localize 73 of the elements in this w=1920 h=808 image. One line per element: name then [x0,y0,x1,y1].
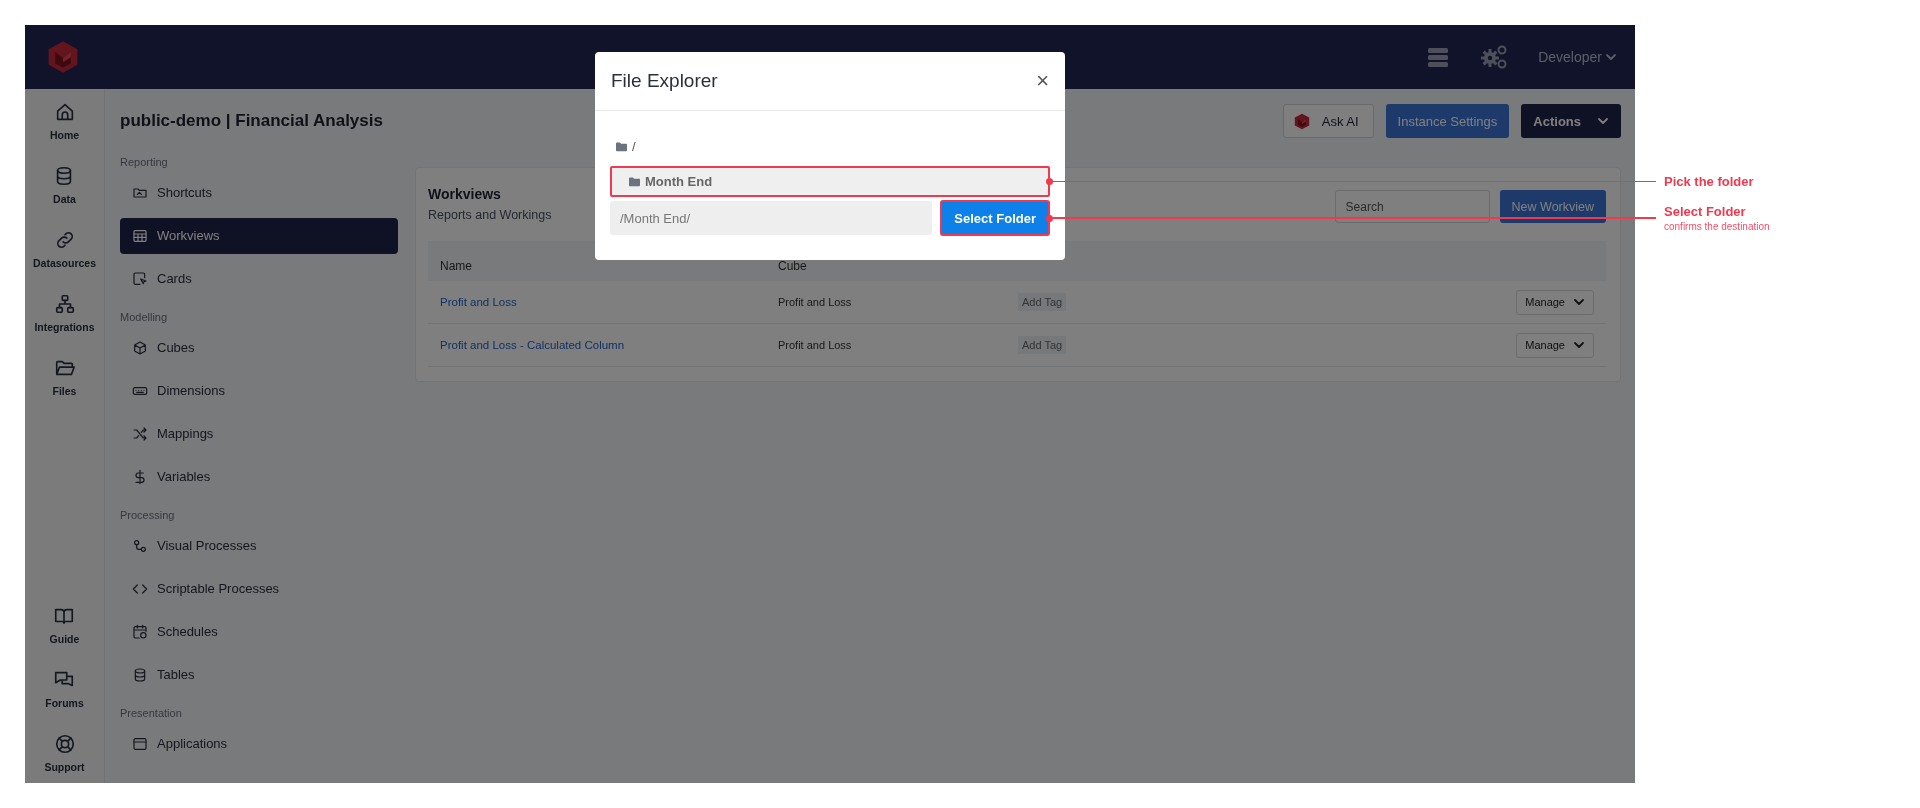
section-heading: Processing [120,508,176,523]
nav-item[interactable]: Support [44,733,85,773]
callout-title: Select Folder [1664,204,1747,219]
chevron-down-icon [1573,339,1585,351]
nav-item[interactable]: Home [49,101,80,141]
chevron-down-icon [1597,115,1609,127]
table-cell-text: Profit and Loss [777,296,853,308]
sidebar-item[interactable]: Shortcuts [120,174,366,211]
column-header: Cube [777,259,808,273]
path-field[interactable]: /Month End/ [610,201,933,235]
add-tag-button[interactable]: Add Tag [1018,293,1067,311]
close-button[interactable]: × [1036,70,1049,92]
folder-row[interactable]: Month End [610,166,1050,197]
sidebar-item[interactable]: Scriptable Processes [120,570,366,607]
callout-title: Pick the folder [1664,174,1754,189]
workview-link[interactable]: Profit and Loss [440,296,517,308]
card-subtitle: Reports and Workings [428,207,552,222]
chevron-down-icon [1605,51,1617,63]
manage-button[interactable]: Manage [1516,332,1594,358]
folder-icon [628,176,641,187]
table-icon [132,227,148,244]
ask-ai-button[interactable]: Ask AI [1282,104,1374,138]
sidebar-item[interactable]: Variables [120,458,366,495]
folder-icon [615,140,628,152]
dialog-title: File Explorer [611,70,718,92]
table-cell-text: Profit and Loss [777,339,853,351]
callout-note: confirms the destination [1664,221,1770,232]
nav-item[interactable]: Datasources [33,229,96,269]
nav-item[interactable]: Guide [49,605,80,645]
cube-icon [132,339,148,356]
gears-icon [1480,44,1509,70]
calendar-icon [132,623,148,640]
manage-button[interactable]: Manage [1516,289,1594,315]
card-title: Workviews [428,185,501,202]
window-icon [132,735,148,752]
section-heading: Reporting [120,155,169,170]
workview-link[interactable]: Profit and Loss - Calculated Column [440,339,625,351]
search-field[interactable]: Search [1334,190,1490,223]
database-icon [132,666,148,683]
sidebar-item[interactable]: Schedules [120,613,366,650]
logo-icon [1293,112,1310,130]
sidebar-item[interactable]: Workviews [120,217,398,254]
select-folder-button[interactable]: Select Folder [940,200,1050,236]
actions-button[interactable]: Actions [1521,104,1621,138]
folder-path-link[interactable]: / [610,137,1050,155]
section-heading: Modelling [120,310,169,325]
hierarchy-icon [53,293,76,315]
flow-icon [132,537,148,554]
sidebar-item[interactable]: Applications [120,725,366,762]
sidebar-item[interactable]: Dimensions [120,372,366,409]
nav-item[interactable]: Files [52,357,77,397]
instance-settings-button[interactable]: Instance Settings [1385,104,1510,138]
lifebuoy-icon [53,733,76,755]
logo-icon [47,40,79,74]
server-icon [1426,45,1451,69]
nav-item[interactable]: Data [53,165,76,205]
column-header: Name [439,259,473,273]
user-menu[interactable]: Developer [1538,49,1617,65]
dollar-icon [132,468,148,485]
sidebar-item[interactable]: Cards [120,260,366,297]
sidebar-item[interactable]: Visual Processes [120,527,366,564]
add-tag-button[interactable]: Add Tag [1018,336,1067,354]
section-heading: Presentation [120,706,183,721]
page-title: public-demo | Financial Analysis [120,111,383,131]
shuffle-icon [132,425,148,442]
new-workview-button[interactable]: New Workview [1499,190,1606,223]
nav-item[interactable]: Integrations [34,293,95,333]
sidebar-item[interactable]: Tables [120,656,366,693]
card-pointer-icon [132,270,148,287]
chevron-down-icon [1573,296,1585,308]
nav-item[interactable]: Forums [45,669,84,709]
sidebar-item[interactable]: Mappings [120,415,366,452]
sidebar-item[interactable]: Cubes [120,329,366,366]
